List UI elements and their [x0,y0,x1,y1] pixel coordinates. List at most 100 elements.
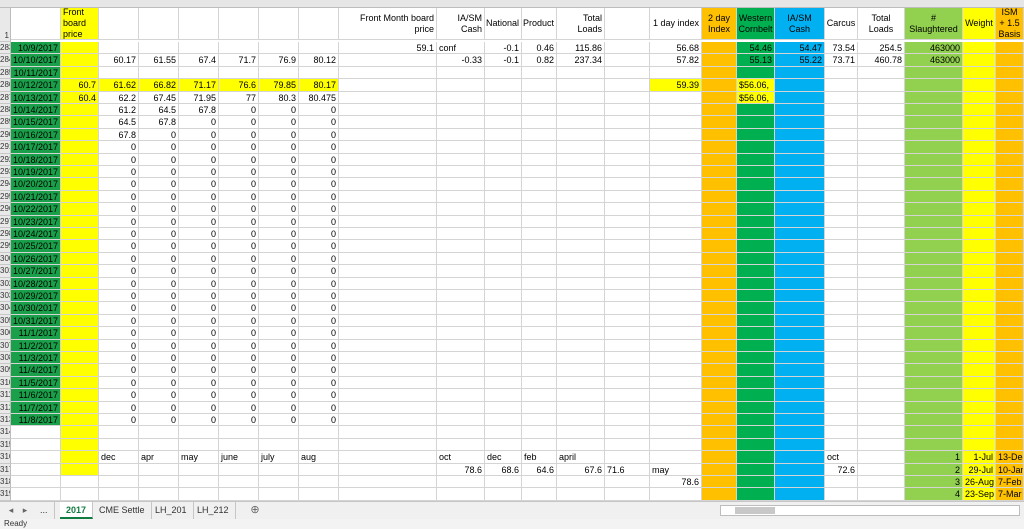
total-loads-cell[interactable] [557,376,605,390]
iasm-cash-cell[interactable] [437,91,485,104]
western-cornbelt-cell[interactable] [737,463,775,476]
iasm-cash2-cell[interactable] [775,376,825,390]
carcus-cell[interactable] [825,141,858,154]
blank-cell[interactable] [605,116,650,129]
total-loads-cell[interactable] [557,128,605,142]
price-cell-c[interactable] [99,426,139,439]
front-board-price-cell[interactable] [61,116,99,129]
price-cell-h[interactable]: 80.475 [299,91,339,104]
price-cell-c[interactable]: 0 [99,401,139,414]
iasm-cash2-cell[interactable] [775,79,825,92]
slaughtered-cell[interactable] [905,438,963,452]
carcus-cell[interactable] [825,166,858,179]
slaughtered-cell[interactable] [905,252,963,266]
carcus-cell[interactable] [825,116,858,129]
price-cell-h[interactable] [299,463,339,476]
western-cornbelt-cell[interactable] [737,364,775,377]
iasm-cash2-cell[interactable] [775,116,825,129]
price-cell-h[interactable]: 0 [299,203,339,216]
price-cell-e[interactable]: 0 [179,228,219,241]
date-cell[interactable]: 11/6/2017 [11,389,61,402]
price-cell-g[interactable]: 0 [259,153,299,166]
one-day-index-cell[interactable] [650,178,702,191]
slaughtered-cell[interactable] [905,389,963,402]
ism-basis-cell[interactable] [996,228,1024,241]
price-cell-c[interactable]: 0 [99,178,139,191]
slaughtered-cell[interactable] [905,240,963,253]
weight-cell[interactable] [963,141,996,154]
total-loads2-cell[interactable] [858,463,905,476]
price-cell-g[interactable] [259,426,299,439]
western-cornbelt-cell[interactable] [737,228,775,241]
price-cell-h[interactable] [299,438,339,452]
slaughtered-cell[interactable]: 3 [905,476,963,489]
price-cell-f[interactable]: 0 [219,302,259,315]
total-loads-cell[interactable] [557,265,605,278]
product-cell[interactable] [522,327,557,340]
date-cell[interactable]: 10/10/2017 [11,54,61,67]
national-cell[interactable] [485,116,522,129]
front-month-cell[interactable] [339,314,437,328]
ism-basis-cell[interactable] [996,364,1024,377]
row-header[interactable]: 315 [0,438,11,452]
front-month-cell[interactable] [339,302,437,315]
product-cell[interactable]: 0.82 [522,54,557,67]
total-loads-cell[interactable] [557,327,605,340]
iasm-cash2-cell[interactable]: 54.47 [775,42,825,55]
product-cell[interactable] [522,426,557,439]
total-loads-cell[interactable] [557,79,605,92]
row-header[interactable]: 317 [0,463,11,476]
two-day-index-cell[interactable] [702,91,737,104]
row-header[interactable]: 286 [0,79,11,92]
carcus-cell[interactable] [825,389,858,402]
one-day-index-cell[interactable] [650,128,702,142]
one-day-index-cell[interactable] [650,190,702,204]
price-cell-d[interactable]: 0 [139,128,179,142]
slaughtered-cell[interactable] [905,116,963,129]
total-loads2-cell[interactable] [858,488,905,501]
date-cell[interactable]: 10/22/2017 [11,203,61,216]
price-cell-g[interactable] [259,66,299,80]
header-1-day-index[interactable]: 1 day index [650,8,702,40]
western-cornbelt-cell[interactable] [737,240,775,253]
weight-cell[interactable] [963,104,996,117]
price-cell-e[interactable]: 0 [179,401,219,414]
total-loads-cell[interactable] [557,104,605,117]
national-cell[interactable] [485,277,522,290]
western-cornbelt-cell[interactable] [737,302,775,315]
product-cell[interactable] [522,66,557,80]
slaughtered-cell[interactable]: 1 [905,451,963,464]
carcus-cell[interactable] [825,277,858,290]
weight-cell[interactable] [963,302,996,315]
price-cell-f[interactable]: 0 [219,190,259,204]
price-cell-f[interactable]: 0 [219,376,259,390]
blank-cell[interactable] [605,166,650,179]
row-header[interactable]: 292 [0,153,11,166]
date-cell[interactable]: 10/15/2017 [11,116,61,129]
front-month-cell[interactable] [339,389,437,402]
weight-cell[interactable] [963,190,996,204]
front-board-price-cell[interactable]: 60.4 [61,91,99,104]
ism-basis-cell[interactable]: 7-Feb [996,476,1024,489]
western-cornbelt-cell[interactable] [737,339,775,352]
row-header[interactable]: 319 [0,488,11,501]
two-day-index-cell[interactable] [702,190,737,204]
price-cell-g[interactable]: 0 [259,228,299,241]
ism-basis-cell[interactable] [996,128,1024,142]
iasm-cash-cell[interactable] [437,376,485,390]
one-day-index-cell[interactable] [650,141,702,154]
blank-cell[interactable] [605,203,650,216]
two-day-index-cell[interactable] [702,414,737,427]
price-cell-h[interactable]: 0 [299,128,339,142]
price-cell-g[interactable] [259,438,299,452]
one-day-index-cell[interactable] [650,277,702,290]
two-day-index-cell[interactable] [702,42,737,55]
slaughtered-cell[interactable] [905,414,963,427]
front-board-price-cell[interactable] [61,476,99,489]
national-cell[interactable]: dec [485,451,522,464]
front-month-cell[interactable] [339,228,437,241]
product-cell[interactable] [522,178,557,191]
row-header[interactable]: 285 [0,66,11,80]
price-cell-d[interactable]: 0 [139,389,179,402]
price-cell-g[interactable] [259,476,299,489]
